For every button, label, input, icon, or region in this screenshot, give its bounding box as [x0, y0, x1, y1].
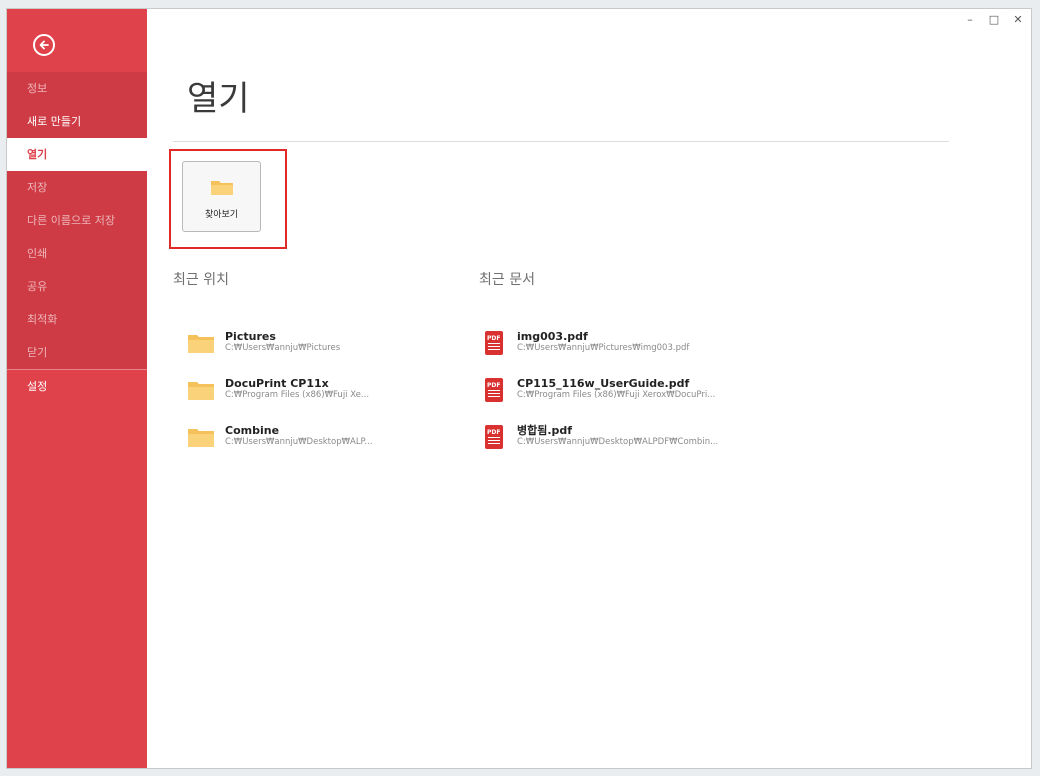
- folder-icon: [188, 381, 214, 400]
- recent-locations-title: 최근 위치: [173, 272, 229, 288]
- back-arrow-icon[interactable]: [33, 34, 55, 56]
- recent-location-item[interactable]: Pictures C:₩Users₩annju₩Pictures: [187, 319, 372, 366]
- browse-button[interactable]: 찾아보기: [182, 161, 261, 232]
- document-path: C:₩Program Files (x86)₩Fuji Xerox₩DocuPr…: [517, 389, 716, 400]
- sidebar-item-optimize[interactable]: 최적화: [7, 303, 147, 336]
- sidebar-item-info[interactable]: 정보: [7, 72, 147, 105]
- minimize-icon[interactable]: –: [963, 13, 977, 26]
- sidebar-item-settings[interactable]: 설정: [7, 370, 147, 403]
- sidebar-item-save[interactable]: 저장: [7, 171, 147, 204]
- close-icon[interactable]: ✕: [1011, 13, 1025, 26]
- sidebar-item-open[interactable]: 열기: [7, 138, 147, 171]
- recent-document-item[interactable]: PDF img003.pdf C:₩Users₩annju₩Pictures₩i…: [481, 319, 718, 366]
- sidebar-item-close[interactable]: 닫기: [7, 336, 147, 369]
- sidebar-item-print[interactable]: 인쇄: [7, 237, 147, 270]
- browse-label: 찾아보기: [204, 210, 239, 220]
- window-controls: – □ ✕: [963, 13, 1025, 26]
- location-path: C:₩Users₩annju₩Pictures: [225, 342, 341, 353]
- app-window: 정보 새로 만들기 열기 저장 다른 이름으로 저장 인쇄 공유 최적화 닫기 …: [6, 8, 1032, 769]
- sidebar-item-save-as[interactable]: 다른 이름으로 저장: [7, 204, 147, 237]
- pdf-file-icon: PDF: [485, 377, 503, 402]
- pdf-file-icon: PDF: [485, 424, 503, 449]
- recent-location-item[interactable]: Combine C:₩Users₩annju₩Desktop₩ALP...: [187, 413, 372, 460]
- recent-locations-list: Pictures C:₩Users₩annju₩Pictures DocuPri…: [187, 319, 372, 460]
- folder-icon: [210, 181, 233, 195]
- location-path: C:₩Users₩annju₩Desktop₩ALP...: [225, 436, 373, 447]
- recent-location-item[interactable]: DocuPrint CP11x C:₩Program Files (x86)₩F…: [187, 366, 372, 413]
- pdf-file-icon: PDF: [485, 330, 503, 355]
- recent-document-item[interactable]: PDF CP115_116w_UserGuide.pdf C:₩Program …: [481, 366, 718, 413]
- location-path: C:₩Program Files (x86)₩Fuji Xe...: [225, 389, 370, 400]
- document-path: C:₩Users₩annju₩Pictures₩img003.pdf: [517, 342, 690, 353]
- maximize-icon[interactable]: □: [987, 13, 1001, 26]
- folder-icon: [188, 334, 214, 353]
- recent-documents-title: 최근 문서: [479, 272, 535, 288]
- page-title: 열기: [187, 79, 250, 119]
- sidebar-item-share[interactable]: 공유: [7, 270, 147, 303]
- sidebar-item-new[interactable]: 새로 만들기: [7, 105, 147, 138]
- recent-documents-list: PDF img003.pdf C:₩Users₩annju₩Pictures₩i…: [481, 319, 718, 460]
- sidebar: 정보 새로 만들기 열기 저장 다른 이름으로 저장 인쇄 공유 최적화 닫기 …: [7, 9, 147, 768]
- recent-document-item[interactable]: PDF 병합됨.pdf C:₩Users₩annju₩Desktop₩ALPDF…: [481, 413, 718, 460]
- title-divider: [173, 141, 949, 142]
- document-path: C:₩Users₩annju₩Desktop₩ALPDF₩Combin...: [517, 436, 719, 447]
- folder-icon: [188, 428, 214, 447]
- sidebar-menu: 정보 새로 만들기 열기 저장 다른 이름으로 저장 인쇄 공유 최적화 닫기 …: [7, 72, 147, 403]
